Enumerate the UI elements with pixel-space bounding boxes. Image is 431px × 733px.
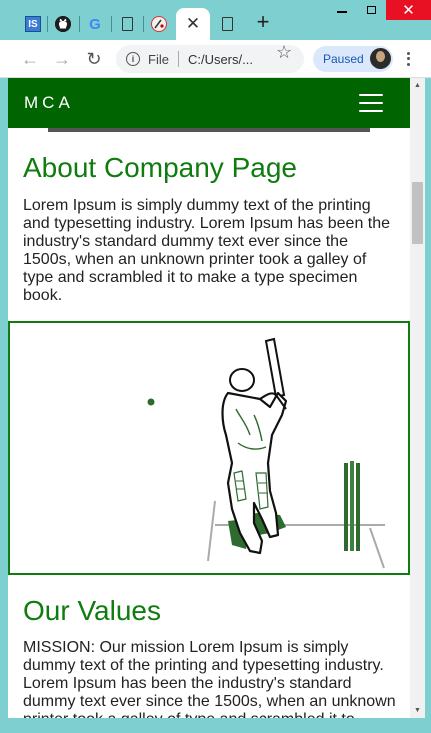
menu-icon[interactable]	[398, 48, 418, 70]
cricket-batsman-image	[147, 337, 385, 569]
page-viewport: MCA About Company Page Lorem Ipsum is si…	[8, 78, 410, 718]
scheme-label: File	[148, 51, 169, 67]
values-text: MISSION: Our mission Lorem Ipsum is simp…	[23, 639, 396, 718]
minimize-button[interactable]	[328, 0, 356, 20]
browser-window: IS G ✕ + ✕ ← → ↻ i File C:/Users/... ☆ P…	[0, 0, 431, 733]
scroll-down-arrow-icon[interactable]: ▼	[410, 703, 425, 718]
page-scrollbar[interactable]: ▲ ▼	[410, 78, 425, 718]
github-icon	[55, 16, 71, 32]
info-icon[interactable]: i	[126, 52, 140, 66]
new-tab-button[interactable]: +	[252, 11, 274, 34]
close-window-button[interactable]: ✕	[386, 0, 431, 20]
cricket-icon	[151, 16, 167, 32]
bookmark-star-icon[interactable]: ☆	[276, 42, 292, 63]
maximize-button[interactable]	[357, 0, 385, 20]
tab-is[interactable]: IS	[22, 8, 44, 40]
address-divider	[177, 51, 179, 67]
tab-separator	[111, 16, 112, 32]
forward-button[interactable]: →	[50, 47, 74, 71]
maximize-icon	[366, 6, 376, 14]
hamburger-menu-icon[interactable]	[359, 94, 383, 112]
tab-google[interactable]: G	[84, 8, 106, 40]
about-title: About Company Page	[23, 152, 297, 183]
reload-button[interactable]: ↻	[82, 47, 106, 71]
tab-separator	[79, 16, 80, 32]
tab-cricket[interactable]	[148, 8, 170, 40]
tab-active[interactable]: ✕	[176, 8, 210, 40]
cricket-illustration	[8, 321, 410, 575]
back-button[interactable]: ←	[18, 47, 42, 71]
close-icon[interactable]: ✕	[186, 14, 200, 34]
tab-document-2[interactable]	[216, 8, 238, 40]
about-text: Lorem Ipsum is simply dummy text of the …	[23, 197, 391, 304]
google-icon: G	[89, 15, 101, 33]
site-navbar: MCA	[8, 78, 410, 128]
is-icon: IS	[25, 16, 41, 32]
scrollbar-thumb[interactable]	[412, 182, 423, 244]
tab-github[interactable]	[52, 8, 74, 40]
tab-strip: IS G ✕ + ✕	[0, 0, 431, 40]
scroll-up-arrow-icon[interactable]: ▲	[410, 78, 425, 93]
carousel-bottom-edge	[48, 128, 370, 132]
tab-separator	[143, 16, 144, 32]
tab-document[interactable]	[116, 8, 138, 40]
site-brand[interactable]: MCA	[24, 93, 74, 113]
profile-status: Paused	[323, 52, 364, 66]
tab-separator	[47, 16, 48, 32]
avatar[interactable]	[370, 48, 391, 69]
values-title: Our Values	[23, 595, 161, 626]
minimize-icon	[337, 11, 347, 13]
document-icon	[221, 17, 233, 31]
browser-toolbar: ← → ↻ i File C:/Users/... ☆ Paused	[0, 40, 431, 78]
document-icon	[121, 17, 133, 31]
url-text[interactable]: C:/Users/...	[188, 52, 253, 67]
